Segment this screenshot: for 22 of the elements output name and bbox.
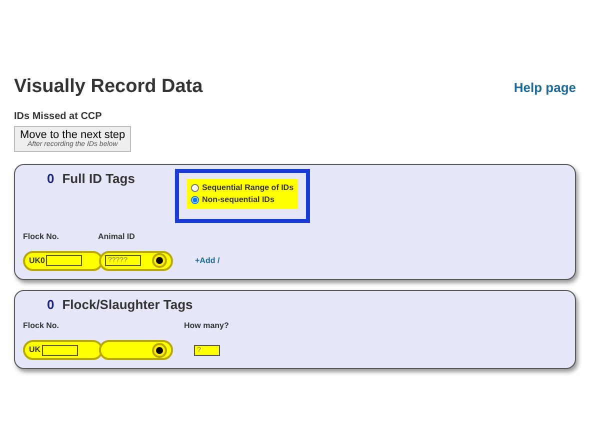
field-label: Flock No.	[23, 230, 60, 243]
add-link[interactable]: +Add /	[195, 254, 220, 267]
tag-hole-icon	[152, 342, 167, 358]
help-link[interactable]: Help page	[514, 78, 576, 98]
field-label: Flock No.	[23, 320, 60, 332]
page-title: Visually Record Data	[14, 76, 203, 99]
tag-hole-icon	[152, 253, 167, 268]
panel-title: Full ID Tags	[62, 170, 135, 188]
flock-number-input[interactable]	[46, 255, 82, 266]
radio-label[interactable]: Non-sequential IDs	[202, 194, 274, 206]
radio-button[interactable]	[190, 196, 199, 204]
field-label: How many?	[184, 320, 229, 332]
field-label: Animal ID	[98, 230, 135, 243]
tag-count: 0	[47, 296, 54, 314]
tag-prefix: UK	[29, 344, 41, 356]
radio-button[interactable]	[190, 184, 199, 192]
radio-label[interactable]: Sequential Range of IDs	[202, 182, 294, 194]
tag-prefix: UK0	[29, 254, 46, 267]
panel-title: Flock/Slaughter Tags	[62, 296, 193, 314]
flock-number-input[interactable]	[42, 344, 78, 356]
section-label: IDs Missed at CCP	[14, 110, 103, 124]
tag-count: 0	[47, 170, 54, 188]
